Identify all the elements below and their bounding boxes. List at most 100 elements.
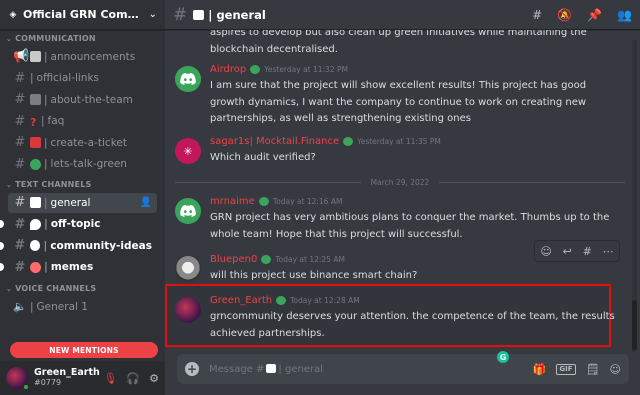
role-badge-icon <box>261 255 272 264</box>
diamond-icon: ◈ <box>9 9 17 20</box>
channel-general[interactable]: # | general 👤 <box>8 192 157 213</box>
speech-bubble-emoji-icon <box>193 9 205 20</box>
separator: | <box>44 196 48 209</box>
message-timestamp: Yesterday at 11:32 PM <box>264 65 348 74</box>
divider-line <box>175 181 361 183</box>
emoji-picker-icon[interactable]: ☺ <box>610 363 621 376</box>
avatar[interactable] <box>6 367 30 391</box>
message-author[interactable]: Airdrop <box>210 64 246 75</box>
channel-faq[interactable]: # ? | faq <box>8 111 157 131</box>
channel-announcements[interactable]: 📢 | announcements <box>8 47 157 67</box>
speech-bubble-emoji-icon <box>30 197 41 208</box>
message-content: Which audit verified? <box>210 152 316 163</box>
user-tag: #0779 <box>34 377 62 387</box>
notification-bell-muted-icon[interactable]: 🔕 <box>557 8 572 22</box>
sticker-icon[interactable]: 🗒 <box>586 363 600 376</box>
add-reaction-icon[interactable]: ☺ <box>540 245 551 258</box>
message-author[interactable]: sagar1s| Mocktail.Finance <box>210 136 339 147</box>
message-content: aspires to develop but also clean up gre… <box>210 30 587 55</box>
hash-icon: # <box>14 92 26 107</box>
separator: | <box>30 72 34 84</box>
settings-gear-icon[interactable]: ⚙ <box>149 372 159 385</box>
attach-plus-icon[interactable]: + <box>185 362 199 376</box>
add-member-icon[interactable]: 👤 <box>140 197 152 208</box>
channel-name: memes <box>50 261 94 273</box>
member-list-icon[interactable]: 👥 <box>617 8 632 22</box>
channel-create-a-ticket[interactable]: # | create-a-ticket <box>8 133 157 153</box>
channel-about-the-team[interactable]: # | about-the-team <box>8 90 157 110</box>
message-author[interactable]: Green_Earth <box>210 295 272 306</box>
role-badge-icon <box>343 137 354 146</box>
discord-logo-icon <box>180 205 196 217</box>
category-label: VOICE CHANNELS <box>15 284 97 293</box>
channel-name: off-topic <box>50 218 101 230</box>
role-badge-icon <box>250 65 261 74</box>
hash-icon: # <box>14 135 26 150</box>
pin-icon[interactable]: 📌 <box>587 8 602 22</box>
placeholder-channel: | general <box>278 363 323 375</box>
message-composer[interactable]: + Message # | general G 🎁 GIF 🗒 ☺ <box>177 351 629 384</box>
gif-button[interactable]: GIF <box>556 363 576 375</box>
separator: | <box>44 261 48 273</box>
mute-microphone-icon[interactable]: 🎙 <box>103 372 117 385</box>
role-badge-icon <box>276 296 287 305</box>
channel-community-ideas[interactable]: # | community-ideas <box>0 236 157 256</box>
channel-emoji-icon <box>30 51 41 62</box>
message-input[interactable]: Message # | general <box>209 363 533 375</box>
create-thread-icon[interactable]: # <box>583 245 592 258</box>
separator: | <box>44 158 48 170</box>
scrollbar-thumb[interactable] <box>632 300 637 350</box>
hash-icon: # <box>14 195 26 210</box>
channel-lets-talk-green[interactable]: # | lets-talk-green <box>8 154 157 174</box>
voice-channel-general-1[interactable]: 🔈 | General 1 <box>8 297 157 317</box>
separator: | <box>44 136 48 149</box>
leaf-emoji-icon <box>30 158 41 170</box>
category-voice-channels[interactable]: ⌄ VOICE CHANNELS <box>0 282 165 295</box>
building-emoji-icon <box>30 94 41 105</box>
caret-down-icon: ⌄ <box>6 180 13 189</box>
channel-name: announcements <box>50 50 136 63</box>
category-label: COMMUNICATION <box>15 34 96 43</box>
reply-icon[interactable]: ↩ <box>563 245 572 258</box>
more-options-icon[interactable]: ⋯ <box>603 245 614 258</box>
channel-official-links[interactable]: # | official-links <box>8 68 157 88</box>
message-author[interactable]: mrnaime <box>210 196 255 207</box>
message-timestamp: Today at 12:16 AM <box>272 197 343 206</box>
thought-bubble-emoji-icon <box>29 240 41 251</box>
server-header[interactable]: ◈ Official GRN Commu… ⌄ <box>0 0 165 30</box>
caret-down-icon: ⌄ <box>6 34 13 43</box>
avatar[interactable] <box>175 66 201 92</box>
channel-name: about-the-team <box>50 93 133 106</box>
message-action-bar: ☺ ↩ # ⋯ <box>534 240 620 262</box>
category-communication[interactable]: ⌄ COMMUNICATION <box>0 32 165 45</box>
grammarly-icon[interactable]: G <box>497 351 509 363</box>
category-text-channels[interactable]: ⌄ TEXT CHANNELS <box>0 178 165 191</box>
chevron-down-icon[interactable]: ⌄ <box>149 9 157 20</box>
server-name: Official GRN Commu… <box>23 8 145 21</box>
avatar[interactable] <box>175 297 201 323</box>
discord-logo-icon <box>180 73 196 85</box>
hash-icon: # <box>14 156 26 172</box>
channel-memes[interactable]: # | memes <box>0 257 157 277</box>
channel-off-topic[interactable]: # | off-topic <box>0 214 157 234</box>
headphones-icon[interactable]: 🎧 <box>126 372 140 385</box>
new-mentions-button[interactable]: NEW MENTIONS <box>10 342 158 358</box>
message-content: grncommunity deserves your attention. th… <box>210 311 615 339</box>
scrollbar[interactable] <box>632 40 637 352</box>
gift-icon[interactable]: 🎁 <box>533 363 547 376</box>
channel-sidebar: ◈ Official GRN Commu… ⌄ ⌄ COMMUNICATION … <box>0 0 165 395</box>
message-timestamp: Today at 12:25 AM <box>275 255 345 264</box>
avatar[interactable] <box>175 198 201 224</box>
channel-name: create-a-ticket <box>50 136 127 149</box>
avatar[interactable] <box>175 256 201 282</box>
channel-title: | general <box>208 7 266 22</box>
ticket-emoji-icon <box>30 137 41 148</box>
question-mark-icon: ? <box>30 115 37 129</box>
separator: | <box>44 50 48 63</box>
message-author[interactable]: Bluepen0 <box>210 254 257 265</box>
hash-icon: # <box>173 4 188 25</box>
threads-icon[interactable]: # <box>532 8 542 22</box>
channel-name: general <box>50 196 91 209</box>
role-badge-icon <box>258 197 269 206</box>
avatar[interactable]: ✳ <box>175 138 201 164</box>
